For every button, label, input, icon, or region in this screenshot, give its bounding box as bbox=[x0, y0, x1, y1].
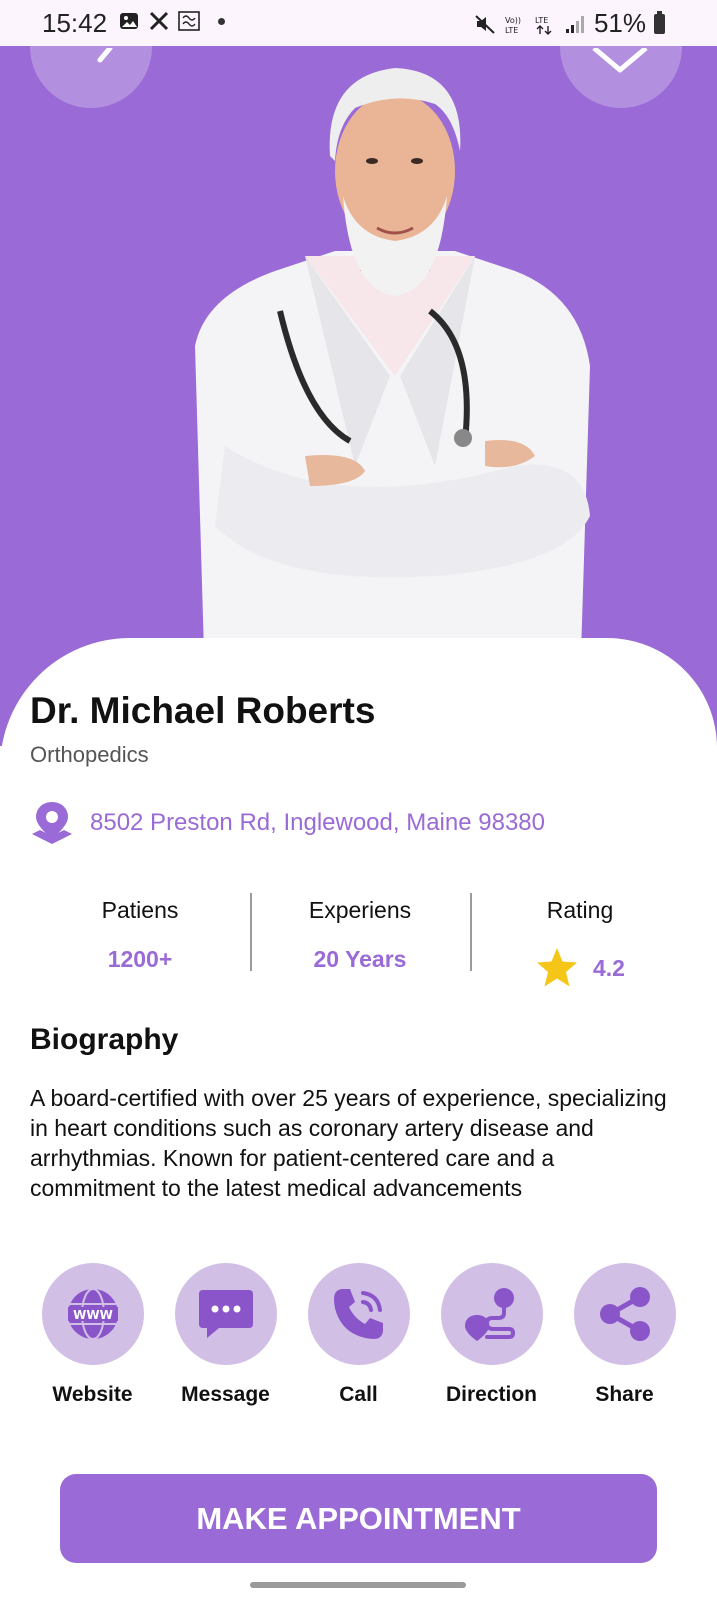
share-icon bbox=[599, 1287, 650, 1341]
star-icon bbox=[537, 948, 577, 987]
action-label: Message bbox=[181, 1383, 270, 1406]
status-bar: 15:42 Vo)) LTE LTE 51% bbox=[0, 0, 717, 46]
gallery-icon bbox=[120, 13, 138, 29]
call-button[interactable]: Call bbox=[296, 1263, 421, 1407]
lte-icon: LTE bbox=[535, 16, 552, 35]
action-circle[interactable]: WWW bbox=[41, 1263, 144, 1365]
stat-label: Experiens bbox=[308, 897, 412, 923]
doctor-photo bbox=[195, 68, 590, 686]
website-button[interactable]: WWW Website bbox=[30, 1263, 155, 1407]
signal-icon bbox=[565, 15, 584, 33]
status-time: 15:42 bbox=[42, 8, 108, 38]
action-circle[interactable] bbox=[307, 1263, 410, 1365]
mute-icon bbox=[475, 14, 495, 34]
action-circle[interactable] bbox=[440, 1263, 543, 1365]
patients-value: 1200+ bbox=[107, 946, 173, 972]
status-icons-left bbox=[118, 10, 225, 32]
action-circle[interactable] bbox=[174, 1263, 277, 1365]
make-appointment-button[interactable]: MAKE APPOINTMENT bbox=[60, 1474, 657, 1563]
stat-patients: Patiens 1200+ bbox=[30, 893, 250, 973]
x-app-icon bbox=[149, 11, 169, 31]
notification-icon bbox=[178, 11, 200, 31]
volte-icon: Vo)) LTE bbox=[505, 16, 521, 35]
battery-percent: 51% bbox=[593, 8, 646, 38]
status-icons-right: Vo)) LTE LTE 51% bbox=[474, 8, 665, 39]
action-label: Direction bbox=[445, 1383, 537, 1406]
svg-text:Vo)): Vo)) bbox=[505, 16, 521, 25]
stat-label: Rating bbox=[546, 897, 614, 923]
stat-rating: Rating 4.2 bbox=[470, 893, 690, 987]
experience-value: 20 Years bbox=[313, 946, 407, 972]
biography-title: Biography bbox=[30, 1023, 179, 1056]
share-button[interactable]: Share bbox=[562, 1263, 687, 1407]
www-globe-icon: WWW bbox=[67, 1288, 118, 1340]
doctor-specialty: Orthopedics bbox=[30, 742, 149, 767]
message-icon bbox=[198, 1290, 253, 1338]
stat-value: 20 Years bbox=[250, 946, 470, 973]
back-button[interactable] bbox=[30, 46, 152, 108]
address-row[interactable]: 8502 Preston Rd, Inglewood, Maine 98380 bbox=[30, 800, 545, 846]
stat-label: Patiens bbox=[101, 897, 179, 923]
stat-experience: Experiens 20 Years bbox=[250, 893, 470, 973]
action-circle[interactable] bbox=[573, 1263, 676, 1365]
stat-value: 1200+ bbox=[30, 946, 250, 973]
direction-button[interactable]: Direction bbox=[429, 1263, 554, 1407]
rating-value: 4.2 bbox=[593, 954, 625, 981]
chevron-left-icon bbox=[97, 48, 113, 63]
battery-icon bbox=[654, 10, 665, 34]
doctor-name: Dr. Michael Roberts bbox=[30, 690, 376, 731]
home-indicator[interactable] bbox=[250, 1582, 466, 1588]
direction-icon bbox=[464, 1288, 515, 1341]
svg-text:LTE: LTE bbox=[505, 26, 518, 35]
address-text: 8502 Preston Rd, Inglewood, Maine 98380 bbox=[90, 809, 545, 836]
action-label: Website bbox=[52, 1383, 133, 1406]
svg-text:WWW: WWW bbox=[73, 1308, 113, 1322]
biography-text: A board-certified with over 25 years of … bbox=[30, 1085, 667, 1201]
phone-icon bbox=[333, 1289, 383, 1339]
svg-text:LTE: LTE bbox=[535, 16, 548, 25]
action-label: Share bbox=[595, 1383, 654, 1406]
stats-row: Patiens 1200+ Experiens 20 Years Rating … bbox=[30, 893, 690, 987]
location-pin-icon bbox=[32, 802, 72, 844]
stat-value: 4.2 bbox=[470, 946, 690, 990]
message-button[interactable]: Message bbox=[163, 1263, 288, 1407]
action-label: Call bbox=[339, 1383, 378, 1406]
dot-icon bbox=[218, 17, 225, 25]
action-row: WWW Website Message Call Direction Share bbox=[30, 1263, 687, 1407]
